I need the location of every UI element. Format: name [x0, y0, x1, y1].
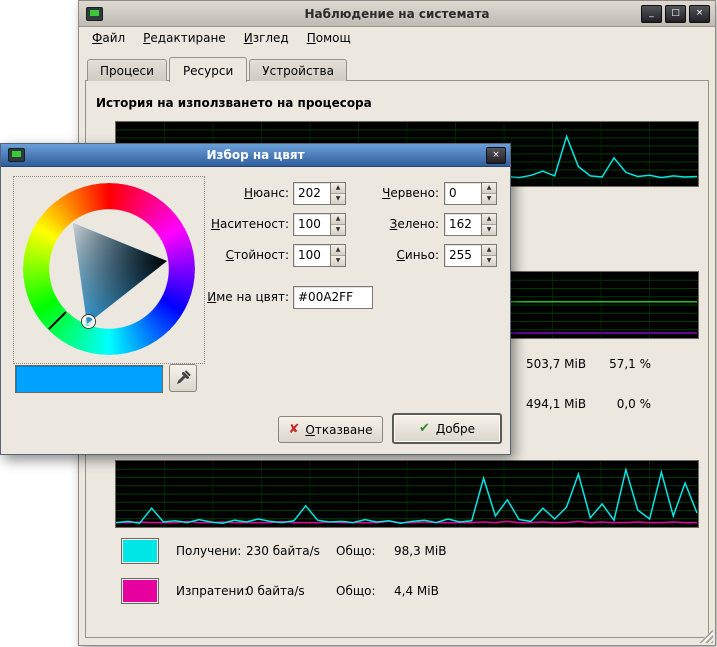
window-titlebar[interactable]: Наблюдение на системата _ □ ×: [79, 1, 715, 27]
green-spinbox: 162 ▲ ▼: [444, 213, 497, 236]
ok-icon: ✔: [419, 421, 430, 436]
saturation-step-up-icon[interactable]: ▲: [331, 214, 345, 225]
hue-step-up-icon[interactable]: ▲: [331, 183, 345, 194]
ok-button[interactable]: ✔ Добре: [392, 413, 502, 444]
value-step-up-icon[interactable]: ▲: [331, 245, 345, 256]
color-name-label: Име на цвят:: [191, 290, 289, 304]
red-step-down-icon[interactable]: ▼: [482, 194, 496, 204]
tab-devices[interactable]: Устройства: [249, 59, 347, 81]
green-label: Зелено:: [353, 217, 439, 231]
menu-help[interactable]: Помощ: [298, 28, 360, 49]
tab-resources[interactable]: Ресурси: [169, 57, 247, 82]
menubar: Файл Редактиране Изглед Помощ: [83, 28, 360, 49]
saturation-label: Наситеност:: [191, 217, 289, 231]
memory-used-percent: 57,1 %: [591, 357, 651, 371]
red-spinbox: 0 ▲ ▼: [444, 182, 497, 205]
value-spinbox: 100 ▲ ▼: [293, 244, 346, 267]
tab-processes[interactable]: Процеси: [87, 59, 167, 81]
close-button[interactable]: ×: [689, 5, 710, 23]
saturation-step-down-icon[interactable]: ▼: [331, 225, 345, 235]
green-step-up-icon[interactable]: ▲: [482, 214, 496, 225]
menu-file[interactable]: Файл: [83, 28, 134, 49]
saturation-spinbox: 100 ▲ ▼: [293, 213, 346, 236]
eyedropper-icon: [175, 370, 191, 386]
eyedropper-button[interactable]: [169, 364, 197, 392]
green-step-down-icon[interactable]: ▼: [482, 225, 496, 235]
menu-view[interactable]: Изглед: [235, 28, 298, 49]
minimize-button[interactable]: _: [641, 5, 662, 23]
sent-total-label: Общо:: [336, 584, 376, 598]
cancel-button[interactable]: ✘ Отказване: [278, 416, 383, 443]
menu-edit[interactable]: Редактиране: [134, 28, 235, 49]
color-selector-marker[interactable]: [82, 315, 95, 328]
color-wheel[interactable]: [13, 176, 205, 364]
dialog-icon: [8, 148, 25, 162]
sent-rate: 0 байта/s: [246, 584, 305, 598]
system-monitor-icon: [86, 7, 103, 21]
cpu-history-heading: История на използването на процесора: [96, 96, 372, 110]
cancel-icon: ✘: [289, 422, 300, 437]
window-title: Наблюдение на системата: [79, 7, 715, 21]
red-input[interactable]: 0: [444, 182, 481, 205]
ok-button-label: Добре: [436, 422, 475, 436]
value-label: Стойност:: [191, 248, 289, 262]
blue-spinbox: 255 ▲ ▼: [444, 244, 497, 267]
saturation-input[interactable]: 100: [293, 213, 330, 236]
cancel-button-label: Отказване: [305, 423, 372, 437]
hue-spinbox: 202 ▲ ▼: [293, 182, 346, 205]
color-name-input[interactable]: #00A2FF: [293, 286, 373, 309]
blue-label: Синьо:: [353, 248, 439, 262]
red-label: Червено:: [353, 186, 439, 200]
received-rate: 230 байта/s: [246, 544, 320, 558]
value-input[interactable]: 100: [293, 244, 330, 267]
hue-step-down-icon[interactable]: ▼: [331, 194, 345, 204]
swap-used-percent: 0,0 %: [591, 397, 651, 411]
color-picker-dialog: Избор на цвят × Нюанс: 202 ▲ ▼ Наситенос…: [0, 143, 511, 455]
color-preview: [15, 365, 163, 393]
swap-used-value: 494,1 MiB: [526, 397, 586, 411]
screen: Наблюдение на системата _ □ × Файл Редак…: [0, 0, 717, 647]
window-controls: _ □ ×: [641, 5, 710, 23]
hue-label: Нюанс:: [191, 186, 289, 200]
value-steppers: ▲ ▼: [330, 244, 346, 267]
red-step-up-icon[interactable]: ▲: [482, 183, 496, 194]
blue-input[interactable]: 255: [444, 244, 481, 267]
received-total: 98,3 MiB: [394, 544, 446, 558]
sent-label: Изпратени:: [176, 584, 248, 598]
dialog-titlebar[interactable]: Избор на цвят ×: [1, 144, 510, 167]
blue-steppers: ▲ ▼: [481, 244, 497, 267]
tab-bar: Процеси Ресурси Устройства: [87, 54, 349, 81]
dialog-title: Избор на цвят: [1, 148, 510, 162]
saturation-steppers: ▲ ▼: [330, 213, 346, 236]
received-label: Получени:: [176, 544, 241, 558]
network-history-chart: [115, 460, 699, 528]
received-color-swatch[interactable]: [121, 538, 159, 564]
hue-steppers: ▲ ▼: [330, 182, 346, 205]
received-total-label: Общо:: [336, 544, 376, 558]
sent-color-swatch[interactable]: [121, 578, 159, 604]
green-steppers: ▲ ▼: [481, 213, 497, 236]
value-step-down-icon[interactable]: ▼: [331, 256, 345, 266]
red-steppers: ▲ ▼: [481, 182, 497, 205]
blue-step-down-icon[interactable]: ▼: [482, 256, 496, 266]
dialog-close-button[interactable]: ×: [486, 147, 506, 164]
hue-marker[interactable]: [48, 311, 66, 329]
sent-total: 4,4 MiB: [394, 584, 439, 598]
blue-step-up-icon[interactable]: ▲: [482, 245, 496, 256]
hue-input[interactable]: 202: [293, 182, 330, 205]
memory-used-value: 503,7 MiB: [526, 357, 586, 371]
maximize-button[interactable]: □: [665, 5, 686, 23]
green-input[interactable]: 162: [444, 213, 481, 236]
